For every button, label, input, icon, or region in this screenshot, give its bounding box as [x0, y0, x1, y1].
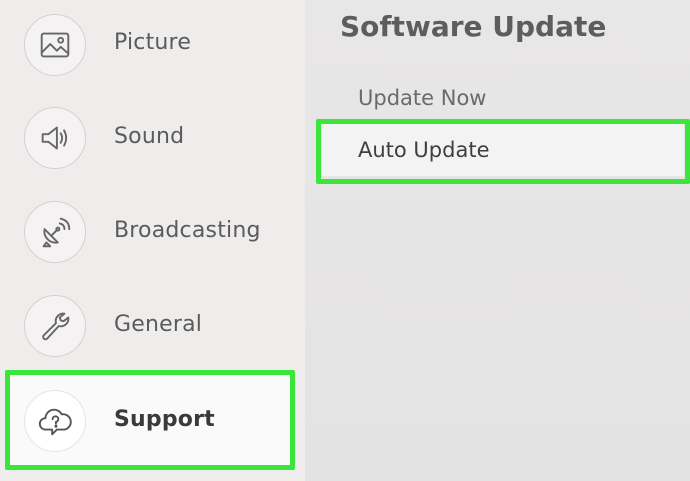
speaker-icon: [24, 107, 86, 169]
sidebar-item-support[interactable]: Support: [8, 374, 290, 470]
update-now-item[interactable]: Update Now: [322, 72, 684, 124]
sidebar-item-general[interactable]: General: [0, 280, 305, 374]
sidebar-item-picture[interactable]: Picture: [0, 0, 305, 94]
picture-icon: [24, 14, 86, 76]
sidebar-item-label: Support: [114, 407, 215, 432]
sidebar-item-label: General: [114, 312, 203, 337]
sidebar-item-label: Sound: [114, 124, 185, 149]
page-title: Software Update: [340, 10, 607, 43]
sidebar-item-sound[interactable]: Sound: [0, 92, 305, 186]
sidebar-item-broadcasting[interactable]: Broadcasting: [0, 186, 305, 280]
auto-update-item[interactable]: Auto Update: [322, 124, 684, 176]
satellite-dish-icon: [24, 201, 86, 263]
settings-sidebar: Picture Sound Broadcasting General Suppo…: [0, 0, 305, 481]
sidebar-item-label: Broadcasting: [114, 218, 261, 243]
sidebar-item-label: Picture: [114, 30, 192, 55]
wrench-icon: [24, 295, 86, 357]
help-cloud-icon: [24, 390, 86, 452]
